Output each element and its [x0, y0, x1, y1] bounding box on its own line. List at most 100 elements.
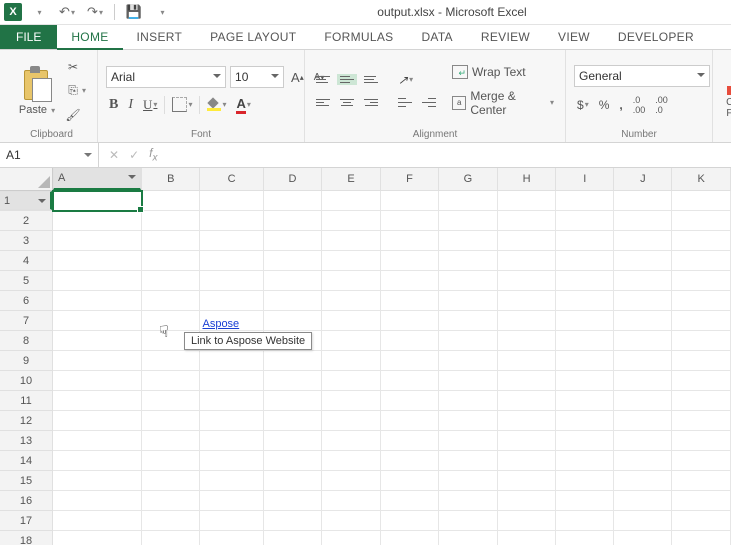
cell[interactable]	[380, 271, 438, 291]
worksheet-grid[interactable]: ABCDEFGHIJK1234567Aspose8910111213141516…	[0, 168, 731, 545]
cell[interactable]	[263, 451, 322, 471]
cell[interactable]	[263, 231, 322, 251]
cell[interactable]	[380, 231, 438, 251]
cell[interactable]	[142, 471, 200, 491]
column-header[interactable]: B	[142, 168, 200, 191]
cell[interactable]	[614, 351, 672, 371]
row-header[interactable]: 2	[0, 211, 53, 231]
cell[interactable]	[53, 411, 142, 431]
column-header[interactable]: K	[672, 168, 731, 191]
cell[interactable]	[322, 231, 380, 251]
cell[interactable]	[556, 451, 614, 471]
column-header[interactable]: I	[556, 168, 614, 191]
cell[interactable]	[322, 191, 380, 211]
cell[interactable]	[200, 371, 263, 391]
cell[interactable]	[672, 291, 731, 311]
cell[interactable]	[142, 511, 200, 531]
accounting-format-button[interactable]: $▾	[574, 96, 592, 114]
cell[interactable]	[263, 311, 322, 331]
file-tab[interactable]: FILE	[0, 25, 57, 49]
cell[interactable]	[322, 251, 380, 271]
cell[interactable]	[322, 311, 380, 331]
qat-customize-dropdown[interactable]: ▾	[151, 8, 173, 17]
cell[interactable]	[322, 531, 380, 545]
cell[interactable]	[614, 371, 672, 391]
cell[interactable]	[556, 371, 614, 391]
align-middle-button[interactable]	[337, 74, 357, 85]
cell[interactable]	[497, 451, 556, 471]
cell[interactable]	[439, 211, 498, 231]
cell[interactable]	[439, 471, 498, 491]
cell[interactable]	[53, 191, 142, 211]
redo-button[interactable]: ↷▾	[84, 4, 106, 20]
cell[interactable]	[672, 451, 731, 471]
cell[interactable]	[142, 231, 200, 251]
cell[interactable]	[322, 211, 380, 231]
cell[interactable]	[263, 271, 322, 291]
cell[interactable]	[322, 491, 380, 511]
cell[interactable]	[380, 511, 438, 531]
cell[interactable]	[322, 371, 380, 391]
cell[interactable]	[53, 291, 142, 311]
cell[interactable]	[200, 511, 263, 531]
italic-button[interactable]: I	[125, 95, 136, 115]
undo-button[interactable]: ↶▾	[56, 4, 78, 20]
cell[interactable]	[200, 411, 263, 431]
cell[interactable]	[672, 511, 731, 531]
cell[interactable]	[439, 231, 498, 251]
align-center-button[interactable]	[337, 97, 357, 108]
cell[interactable]	[439, 371, 498, 391]
cell[interactable]	[53, 331, 142, 351]
cell[interactable]	[672, 191, 731, 211]
cell[interactable]	[556, 511, 614, 531]
decrease-decimal-button[interactable]: .00.0	[652, 93, 671, 117]
cell[interactable]	[614, 431, 672, 451]
cell[interactable]	[614, 271, 672, 291]
cell[interactable]	[200, 391, 263, 411]
cell[interactable]	[263, 531, 322, 545]
cell[interactable]	[556, 311, 614, 331]
cell[interactable]	[556, 251, 614, 271]
hyperlink-cell[interactable]: Aspose	[202, 318, 239, 330]
row-header[interactable]: 3	[0, 231, 53, 251]
column-header[interactable]: D	[263, 168, 322, 191]
cell[interactable]	[614, 491, 672, 511]
conditional-formatting-button[interactable]: CondForm	[721, 63, 731, 129]
cell[interactable]	[200, 351, 263, 371]
cell[interactable]	[322, 511, 380, 531]
home-tab[interactable]: HOME	[57, 25, 122, 50]
cell[interactable]	[263, 411, 322, 431]
cell[interactable]	[439, 291, 498, 311]
row-header[interactable]: 13	[0, 431, 53, 451]
cell[interactable]	[556, 291, 614, 311]
cell[interactable]	[53, 271, 142, 291]
cell[interactable]	[614, 191, 672, 211]
row-header[interactable]: 5	[0, 271, 53, 291]
cell[interactable]	[439, 311, 498, 331]
cell[interactable]	[200, 491, 263, 511]
cell[interactable]	[263, 371, 322, 391]
cell[interactable]	[200, 211, 263, 231]
font-color-button[interactable]: A▾	[233, 94, 253, 115]
cell[interactable]	[263, 391, 322, 411]
cell[interactable]	[380, 411, 438, 431]
name-box[interactable]: A1	[0, 143, 99, 167]
format-painter-button[interactable]: 🖌	[62, 105, 84, 125]
merge-center-button[interactable]: aMerge & Center▾	[449, 87, 557, 119]
cell[interactable]	[380, 451, 438, 471]
cell[interactable]	[672, 251, 731, 271]
cell[interactable]	[380, 531, 438, 545]
cell[interactable]	[263, 191, 322, 211]
cell[interactable]	[439, 351, 498, 371]
cell[interactable]	[142, 431, 200, 451]
cell[interactable]	[497, 251, 556, 271]
cell[interactable]	[322, 451, 380, 471]
cell[interactable]	[614, 511, 672, 531]
row-header[interactable]: 1	[0, 191, 52, 210]
cell[interactable]	[497, 351, 556, 371]
cell[interactable]	[672, 331, 731, 351]
cell[interactable]	[380, 431, 438, 451]
cell[interactable]	[614, 531, 672, 545]
cell[interactable]	[556, 431, 614, 451]
cell[interactable]	[497, 391, 556, 411]
